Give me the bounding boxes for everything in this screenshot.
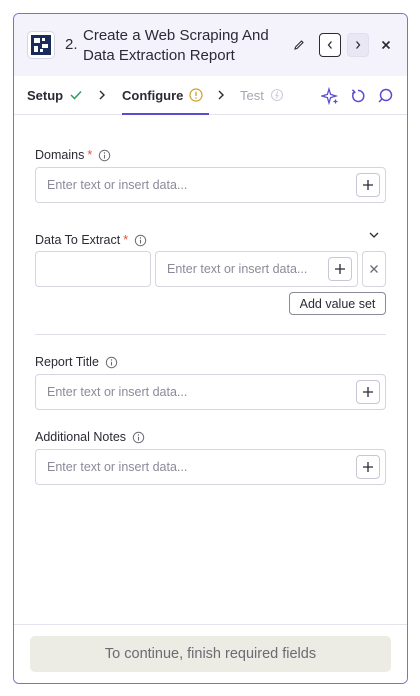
insert-data-button[interactable] xyxy=(328,257,352,281)
insert-data-button[interactable] xyxy=(356,455,380,479)
data-to-extract-label: Data To Extract * xyxy=(35,233,147,247)
remove-value-set-button[interactable] xyxy=(362,251,386,287)
tab-test[interactable]: Test xyxy=(240,76,284,114)
tab-configure-label: Configure xyxy=(122,87,184,103)
chevron-right-icon xyxy=(99,90,105,100)
sparkle-icon[interactable] xyxy=(320,86,340,106)
plus-icon xyxy=(335,264,345,274)
continue-button[interactable]: To continue, finish required fields xyxy=(30,636,391,672)
required-asterisk: * xyxy=(123,233,129,247)
refresh-icon[interactable] xyxy=(348,86,368,106)
step-tabs: Setup Configure Test xyxy=(14,76,407,115)
report-title-label: Report Title xyxy=(35,355,118,369)
insert-data-button[interactable] xyxy=(356,173,380,197)
domains-label: Domains * xyxy=(35,148,111,162)
previous-step-button[interactable] xyxy=(319,33,341,57)
info-icon[interactable] xyxy=(105,356,118,369)
plus-icon xyxy=(363,462,373,472)
step-header: 2. Create a Web Scraping And Data Extrac… xyxy=(14,14,407,76)
step-title[interactable]: Create a Web Scraping And Data Extractio… xyxy=(83,26,283,66)
step-editor-panel: 2. Create a Web Scraping And Data Extrac… xyxy=(13,13,408,684)
checkmark-icon xyxy=(70,90,82,100)
comment-icon[interactable] xyxy=(375,86,395,106)
close-icon xyxy=(370,265,378,273)
step-number: 2. xyxy=(65,36,78,53)
additional-notes-label: Additional Notes xyxy=(35,430,145,444)
tab-test-label: Test xyxy=(240,87,264,103)
next-step-button[interactable] xyxy=(347,33,369,57)
plus-icon xyxy=(363,180,373,190)
warning-icon xyxy=(189,88,203,102)
value-placeholder: Enter text or insert data... xyxy=(167,262,308,276)
plus-icon xyxy=(363,387,373,397)
insert-data-button[interactable] xyxy=(356,380,380,404)
additional-notes-placeholder: Enter text or insert data... xyxy=(47,460,188,474)
value-input[interactable]: Enter text or insert data... xyxy=(155,251,358,287)
domains-placeholder: Enter text or insert data... xyxy=(47,178,188,192)
chevron-right-icon xyxy=(356,41,361,49)
test-status-icon xyxy=(270,88,283,102)
info-icon[interactable] xyxy=(98,149,111,162)
report-title-input[interactable]: Enter text or insert data... xyxy=(35,374,386,410)
chevron-right-icon xyxy=(218,90,224,100)
add-value-set-button[interactable]: Add value set xyxy=(289,292,386,315)
required-asterisk: * xyxy=(87,148,93,162)
tab-setup[interactable]: Setup xyxy=(27,76,83,114)
chevron-down-icon[interactable] xyxy=(367,228,381,242)
tab-setup-label: Setup xyxy=(27,87,64,103)
tab-configure[interactable]: Configure xyxy=(122,76,210,115)
report-title-placeholder: Enter text or insert data... xyxy=(47,385,188,399)
info-icon[interactable] xyxy=(134,234,147,247)
info-icon[interactable] xyxy=(132,431,145,444)
close-icon xyxy=(381,40,391,50)
app-logo-icon xyxy=(27,31,55,59)
key-input[interactable] xyxy=(35,251,151,287)
chevron-left-icon xyxy=(327,41,332,49)
additional-notes-input[interactable]: Enter text or insert data... xyxy=(35,449,386,485)
divider xyxy=(35,334,386,335)
step-footer: To continue, finish required fields xyxy=(14,624,407,683)
close-button[interactable] xyxy=(376,35,396,55)
pencil-icon[interactable] xyxy=(290,36,308,54)
domains-input[interactable]: Enter text or insert data... xyxy=(35,167,386,203)
